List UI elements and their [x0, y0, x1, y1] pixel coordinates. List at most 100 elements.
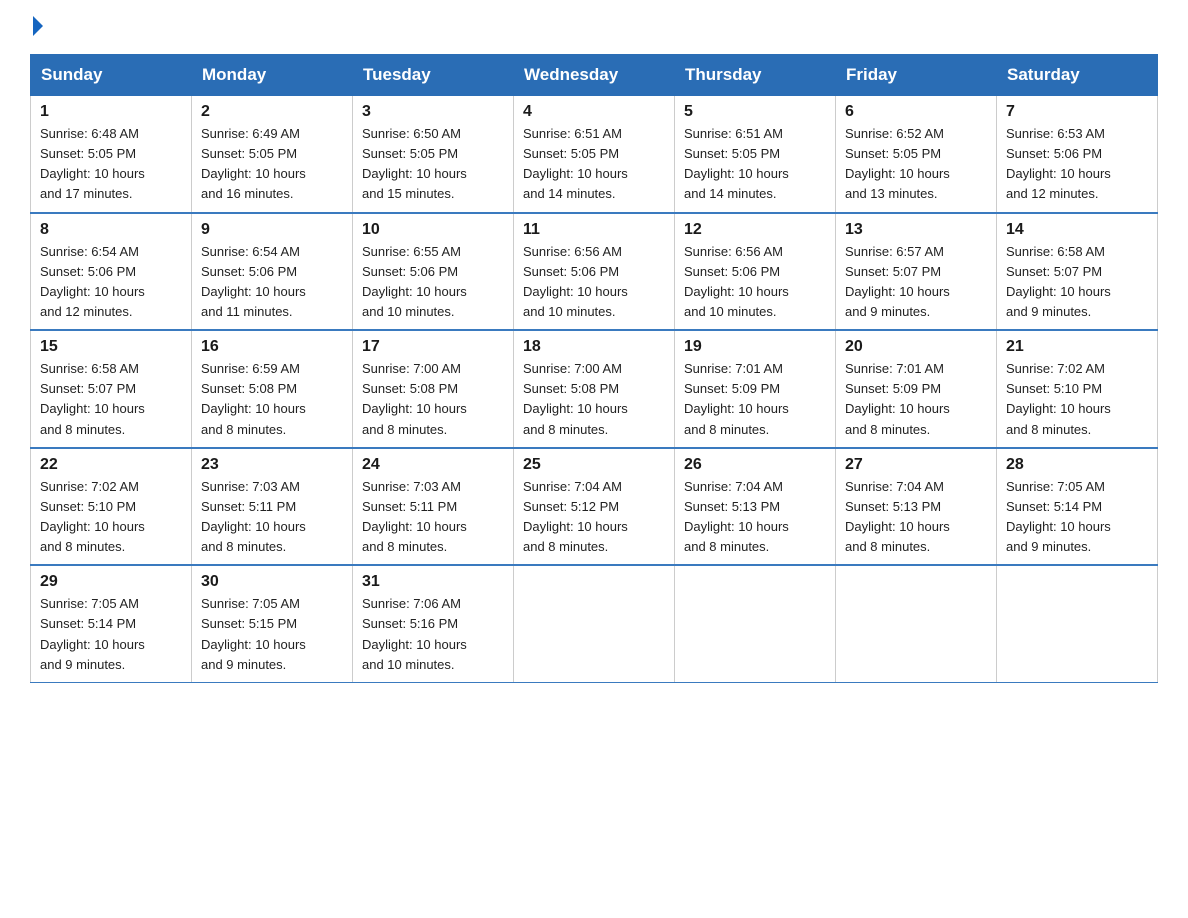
day-number: 15 — [40, 338, 182, 356]
weekday-header-thursday: Thursday — [675, 55, 836, 96]
day-number: 11 — [523, 221, 665, 239]
calendar-cell: 11 Sunrise: 6:56 AMSunset: 5:06 PMDaylig… — [514, 213, 675, 331]
day-number: 8 — [40, 221, 182, 239]
day-number: 1 — [40, 103, 182, 121]
day-number: 10 — [362, 221, 504, 239]
day-info: Sunrise: 6:52 AMSunset: 5:05 PMDaylight:… — [845, 126, 950, 201]
weekday-header-monday: Monday — [192, 55, 353, 96]
calendar-week-row: 29 Sunrise: 7:05 AMSunset: 5:14 PMDaylig… — [31, 565, 1158, 682]
day-info: Sunrise: 6:51 AMSunset: 5:05 PMDaylight:… — [523, 126, 628, 201]
calendar-week-row: 22 Sunrise: 7:02 AMSunset: 5:10 PMDaylig… — [31, 448, 1158, 566]
calendar-cell: 1 Sunrise: 6:48 AMSunset: 5:05 PMDayligh… — [31, 96, 192, 213]
day-info: Sunrise: 6:49 AMSunset: 5:05 PMDaylight:… — [201, 126, 306, 201]
day-info: Sunrise: 7:05 AMSunset: 5:14 PMDaylight:… — [40, 596, 145, 671]
day-number: 30 — [201, 573, 343, 591]
weekday-header-sunday: Sunday — [31, 55, 192, 96]
calendar-cell: 12 Sunrise: 6:56 AMSunset: 5:06 PMDaylig… — [675, 213, 836, 331]
logo-arrow-icon — [33, 16, 43, 36]
day-info: Sunrise: 6:54 AMSunset: 5:06 PMDaylight:… — [201, 244, 306, 319]
calendar-cell: 2 Sunrise: 6:49 AMSunset: 5:05 PMDayligh… — [192, 96, 353, 213]
day-info: Sunrise: 6:50 AMSunset: 5:05 PMDaylight:… — [362, 126, 467, 201]
calendar-cell: 19 Sunrise: 7:01 AMSunset: 5:09 PMDaylig… — [675, 330, 836, 448]
day-number: 28 — [1006, 456, 1148, 474]
day-info: Sunrise: 6:59 AMSunset: 5:08 PMDaylight:… — [201, 361, 306, 436]
calendar-cell: 24 Sunrise: 7:03 AMSunset: 5:11 PMDaylig… — [353, 448, 514, 566]
day-info: Sunrise: 7:05 AMSunset: 5:14 PMDaylight:… — [1006, 479, 1111, 554]
day-info: Sunrise: 7:01 AMSunset: 5:09 PMDaylight:… — [845, 361, 950, 436]
calendar-cell: 18 Sunrise: 7:00 AMSunset: 5:08 PMDaylig… — [514, 330, 675, 448]
calendar-cell: 13 Sunrise: 6:57 AMSunset: 5:07 PMDaylig… — [836, 213, 997, 331]
weekday-header-friday: Friday — [836, 55, 997, 96]
day-number: 22 — [40, 456, 182, 474]
calendar-cell: 14 Sunrise: 6:58 AMSunset: 5:07 PMDaylig… — [997, 213, 1158, 331]
calendar-week-row: 8 Sunrise: 6:54 AMSunset: 5:06 PMDayligh… — [31, 213, 1158, 331]
day-info: Sunrise: 7:00 AMSunset: 5:08 PMDaylight:… — [523, 361, 628, 436]
calendar-cell: 4 Sunrise: 6:51 AMSunset: 5:05 PMDayligh… — [514, 96, 675, 213]
calendar-cell: 17 Sunrise: 7:00 AMSunset: 5:08 PMDaylig… — [353, 330, 514, 448]
calendar-cell: 8 Sunrise: 6:54 AMSunset: 5:06 PMDayligh… — [31, 213, 192, 331]
day-info: Sunrise: 7:05 AMSunset: 5:15 PMDaylight:… — [201, 596, 306, 671]
day-info: Sunrise: 6:55 AMSunset: 5:06 PMDaylight:… — [362, 244, 467, 319]
day-number: 23 — [201, 456, 343, 474]
day-info: Sunrise: 6:53 AMSunset: 5:06 PMDaylight:… — [1006, 126, 1111, 201]
calendar-week-row: 15 Sunrise: 6:58 AMSunset: 5:07 PMDaylig… — [31, 330, 1158, 448]
day-info: Sunrise: 6:54 AMSunset: 5:06 PMDaylight:… — [40, 244, 145, 319]
calendar-cell: 23 Sunrise: 7:03 AMSunset: 5:11 PMDaylig… — [192, 448, 353, 566]
calendar-cell: 31 Sunrise: 7:06 AMSunset: 5:16 PMDaylig… — [353, 565, 514, 682]
day-info: Sunrise: 6:58 AMSunset: 5:07 PMDaylight:… — [40, 361, 145, 436]
day-number: 24 — [362, 456, 504, 474]
day-info: Sunrise: 7:03 AMSunset: 5:11 PMDaylight:… — [201, 479, 306, 554]
calendar-cell: 3 Sunrise: 6:50 AMSunset: 5:05 PMDayligh… — [353, 96, 514, 213]
day-number: 29 — [40, 573, 182, 591]
day-info: Sunrise: 6:56 AMSunset: 5:06 PMDaylight:… — [523, 244, 628, 319]
day-number: 4 — [523, 103, 665, 121]
day-info: Sunrise: 7:02 AMSunset: 5:10 PMDaylight:… — [1006, 361, 1111, 436]
day-info: Sunrise: 7:02 AMSunset: 5:10 PMDaylight:… — [40, 479, 145, 554]
day-number: 7 — [1006, 103, 1148, 121]
day-info: Sunrise: 7:04 AMSunset: 5:13 PMDaylight:… — [684, 479, 789, 554]
calendar-cell: 21 Sunrise: 7:02 AMSunset: 5:10 PMDaylig… — [997, 330, 1158, 448]
day-number: 27 — [845, 456, 987, 474]
day-number: 3 — [362, 103, 504, 121]
day-info: Sunrise: 7:06 AMSunset: 5:16 PMDaylight:… — [362, 596, 467, 671]
day-number: 16 — [201, 338, 343, 356]
calendar-cell — [836, 565, 997, 682]
day-number: 2 — [201, 103, 343, 121]
calendar-cell: 5 Sunrise: 6:51 AMSunset: 5:05 PMDayligh… — [675, 96, 836, 213]
day-number: 18 — [523, 338, 665, 356]
day-info: Sunrise: 7:04 AMSunset: 5:12 PMDaylight:… — [523, 479, 628, 554]
day-info: Sunrise: 6:51 AMSunset: 5:05 PMDaylight:… — [684, 126, 789, 201]
calendar-cell: 25 Sunrise: 7:04 AMSunset: 5:12 PMDaylig… — [514, 448, 675, 566]
day-info: Sunrise: 6:48 AMSunset: 5:05 PMDaylight:… — [40, 126, 145, 201]
calendar-cell — [514, 565, 675, 682]
weekday-header-tuesday: Tuesday — [353, 55, 514, 96]
calendar-cell: 7 Sunrise: 6:53 AMSunset: 5:06 PMDayligh… — [997, 96, 1158, 213]
calendar-cell: 6 Sunrise: 6:52 AMSunset: 5:05 PMDayligh… — [836, 96, 997, 213]
calendar-cell: 9 Sunrise: 6:54 AMSunset: 5:06 PMDayligh… — [192, 213, 353, 331]
logo — [30, 20, 43, 36]
calendar-cell: 30 Sunrise: 7:05 AMSunset: 5:15 PMDaylig… — [192, 565, 353, 682]
calendar-cell: 15 Sunrise: 6:58 AMSunset: 5:07 PMDaylig… — [31, 330, 192, 448]
calendar-table: SundayMondayTuesdayWednesdayThursdayFrid… — [30, 54, 1158, 683]
calendar-cell: 10 Sunrise: 6:55 AMSunset: 5:06 PMDaylig… — [353, 213, 514, 331]
calendar-cell — [997, 565, 1158, 682]
day-info: Sunrise: 7:04 AMSunset: 5:13 PMDaylight:… — [845, 479, 950, 554]
day-info: Sunrise: 7:01 AMSunset: 5:09 PMDaylight:… — [684, 361, 789, 436]
page-header — [30, 20, 1158, 36]
day-number: 12 — [684, 221, 826, 239]
weekday-header-row: SundayMondayTuesdayWednesdayThursdayFrid… — [31, 55, 1158, 96]
calendar-cell: 29 Sunrise: 7:05 AMSunset: 5:14 PMDaylig… — [31, 565, 192, 682]
day-info: Sunrise: 6:56 AMSunset: 5:06 PMDaylight:… — [684, 244, 789, 319]
day-number: 26 — [684, 456, 826, 474]
day-number: 9 — [201, 221, 343, 239]
day-info: Sunrise: 7:03 AMSunset: 5:11 PMDaylight:… — [362, 479, 467, 554]
day-number: 25 — [523, 456, 665, 474]
calendar-cell: 20 Sunrise: 7:01 AMSunset: 5:09 PMDaylig… — [836, 330, 997, 448]
day-number: 19 — [684, 338, 826, 356]
day-number: 17 — [362, 338, 504, 356]
day-number: 20 — [845, 338, 987, 356]
calendar-cell: 28 Sunrise: 7:05 AMSunset: 5:14 PMDaylig… — [997, 448, 1158, 566]
day-info: Sunrise: 6:57 AMSunset: 5:07 PMDaylight:… — [845, 244, 950, 319]
day-info: Sunrise: 6:58 AMSunset: 5:07 PMDaylight:… — [1006, 244, 1111, 319]
day-info: Sunrise: 7:00 AMSunset: 5:08 PMDaylight:… — [362, 361, 467, 436]
